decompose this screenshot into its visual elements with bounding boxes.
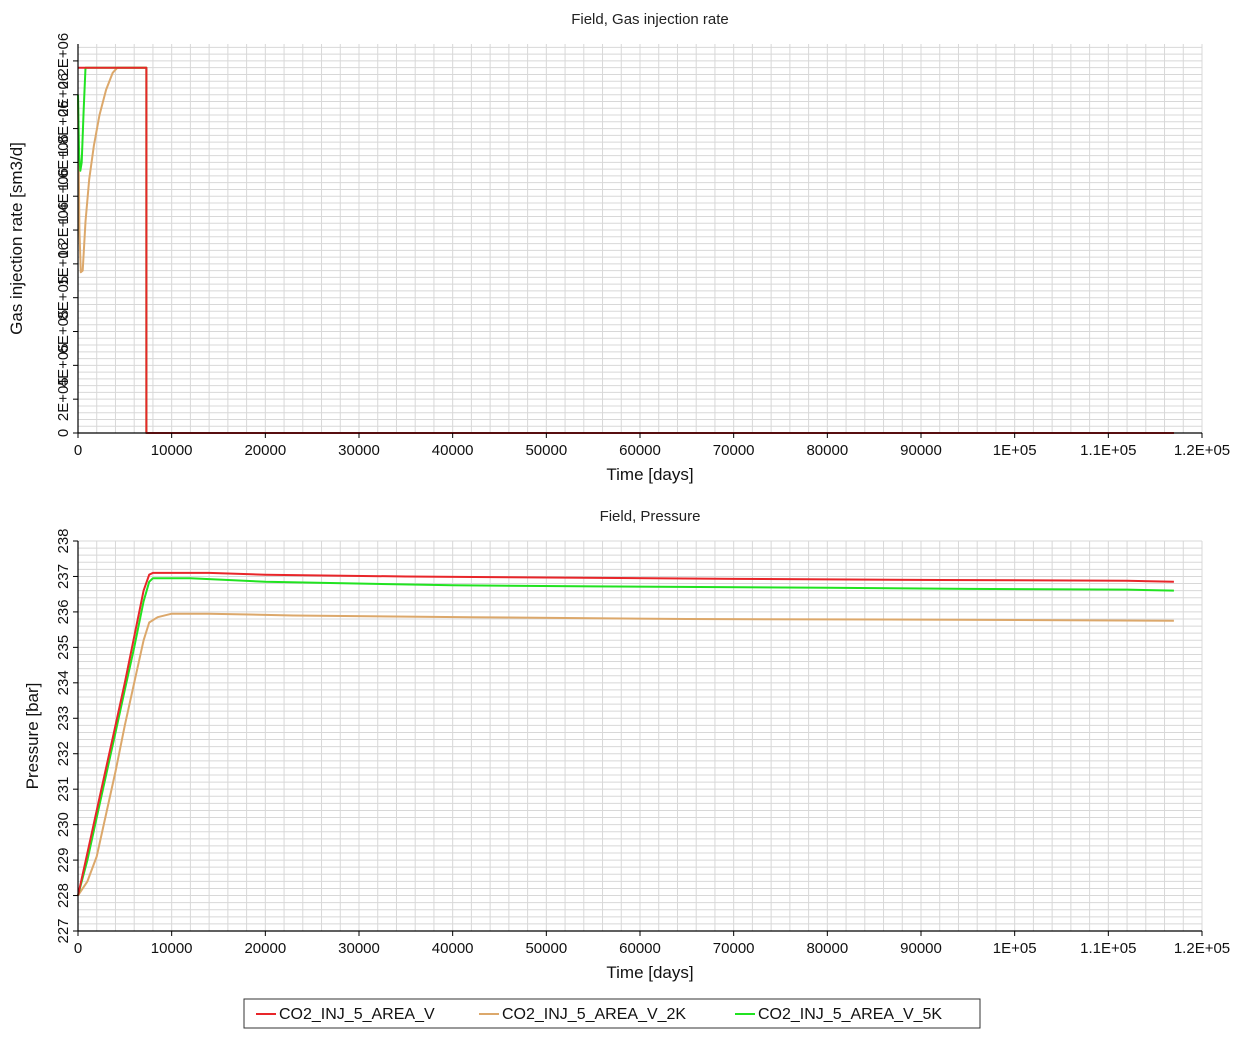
y-tick-label: 236 bbox=[55, 599, 72, 624]
x-tick-label: 1E+05 bbox=[993, 940, 1037, 957]
y-tick-label: 229 bbox=[55, 848, 72, 873]
y-tick-label: 238 bbox=[55, 528, 72, 553]
y-tick-label: 231 bbox=[55, 777, 72, 802]
y-tick-label: 228 bbox=[55, 883, 72, 908]
x-tick-label: 1E+05 bbox=[993, 442, 1037, 459]
x-tick-label: 40000 bbox=[432, 940, 474, 957]
legend-item: CO2_INJ_5_AREA_V bbox=[256, 1006, 435, 1023]
legend-item: CO2_INJ_5_AREA_V_5K bbox=[735, 1006, 942, 1023]
legend-item: CO2_INJ_5_AREA_V_2K bbox=[479, 1006, 686, 1023]
x-axis-label: Time [days] bbox=[606, 465, 693, 484]
y-axis-label: Gas injection rate [sm3/d] bbox=[7, 142, 26, 335]
y-tick-label: 230 bbox=[55, 812, 72, 837]
series-lines bbox=[77, 571, 1174, 897]
x-tick-label: 30000 bbox=[338, 442, 380, 459]
legend-label: CO2_INJ_5_AREA_V_2K bbox=[502, 1006, 686, 1023]
y-tick-label: 237 bbox=[55, 564, 72, 589]
y-tick-label: 234 bbox=[55, 670, 72, 695]
gridlines bbox=[77, 44, 1203, 434]
legend-label: CO2_INJ_5_AREA_V bbox=[279, 1006, 435, 1023]
x-tick-label: 0 bbox=[74, 940, 82, 957]
tick-labels: 0 10000 20000 30000 40000 50000 60000 70000 8000… bbox=[55, 528, 1230, 957]
chart-title: Field, Gas injection rate bbox=[571, 11, 729, 28]
pressure-chart: 0 10000 20000 30000 40000 50000 60000 70000 8000… bbox=[23, 508, 1230, 982]
x-tick-label: 1.2E+05 bbox=[1174, 442, 1230, 459]
legend: CO2_INJ_5_AREA_V CO2_INJ_5_AREA_V_2K CO2… bbox=[243, 998, 981, 1029]
y-tick-label: 235 bbox=[55, 635, 72, 660]
x-tick-label: 40000 bbox=[432, 442, 474, 459]
x-tick-label: 1.1E+05 bbox=[1080, 940, 1136, 957]
x-tick-label: 90000 bbox=[900, 442, 942, 459]
legend-label: CO2_INJ_5_AREA_V_5K bbox=[758, 1006, 942, 1023]
x-tick-label: 20000 bbox=[244, 940, 286, 957]
y-tick-label: 2.2E+06 bbox=[55, 33, 72, 89]
x-tick-label: 70000 bbox=[713, 442, 755, 459]
gas-injection-rate-chart: 0 10000 20000 30000 40000 50000 60000 70000 8000… bbox=[7, 11, 1230, 484]
x-axis-label: Time [days] bbox=[606, 963, 693, 982]
x-tick-label: 1.2E+05 bbox=[1174, 940, 1230, 957]
y-tick-label: 232 bbox=[55, 741, 72, 766]
x-tick-label: 90000 bbox=[900, 940, 942, 957]
x-tick-label: 80000 bbox=[806, 442, 848, 459]
chart-title: Field, Pressure bbox=[600, 508, 701, 525]
x-tick-label: 70000 bbox=[713, 940, 755, 957]
x-tick-label: 60000 bbox=[619, 940, 661, 957]
gridlines bbox=[77, 540, 1203, 932]
x-tick-label: 10000 bbox=[151, 442, 193, 459]
y-axis-label: Pressure [bar] bbox=[23, 683, 42, 790]
series-line-co2-inj-5-area-v bbox=[77, 571, 1174, 896]
x-tick-label: 50000 bbox=[525, 442, 567, 459]
x-tick-label: 30000 bbox=[338, 940, 380, 957]
x-tick-label: 1.1E+05 bbox=[1080, 442, 1136, 459]
x-tick-label: 10000 bbox=[151, 940, 193, 957]
y-tick-label: 233 bbox=[55, 706, 72, 731]
tick-labels: 0 10000 20000 30000 40000 50000 60000 70000 8000… bbox=[55, 33, 1230, 459]
y-tick-label: 227 bbox=[55, 918, 72, 943]
x-tick-label: 0 bbox=[74, 442, 82, 459]
x-tick-label: 60000 bbox=[619, 442, 661, 459]
x-tick-label: 80000 bbox=[806, 940, 848, 957]
x-tick-label: 20000 bbox=[244, 442, 286, 459]
y-tick-label: 0 bbox=[55, 429, 72, 437]
x-tick-label: 50000 bbox=[525, 940, 567, 957]
figure: 0 10000 20000 30000 40000 50000 60000 70000 8000… bbox=[7, 11, 1230, 1029]
